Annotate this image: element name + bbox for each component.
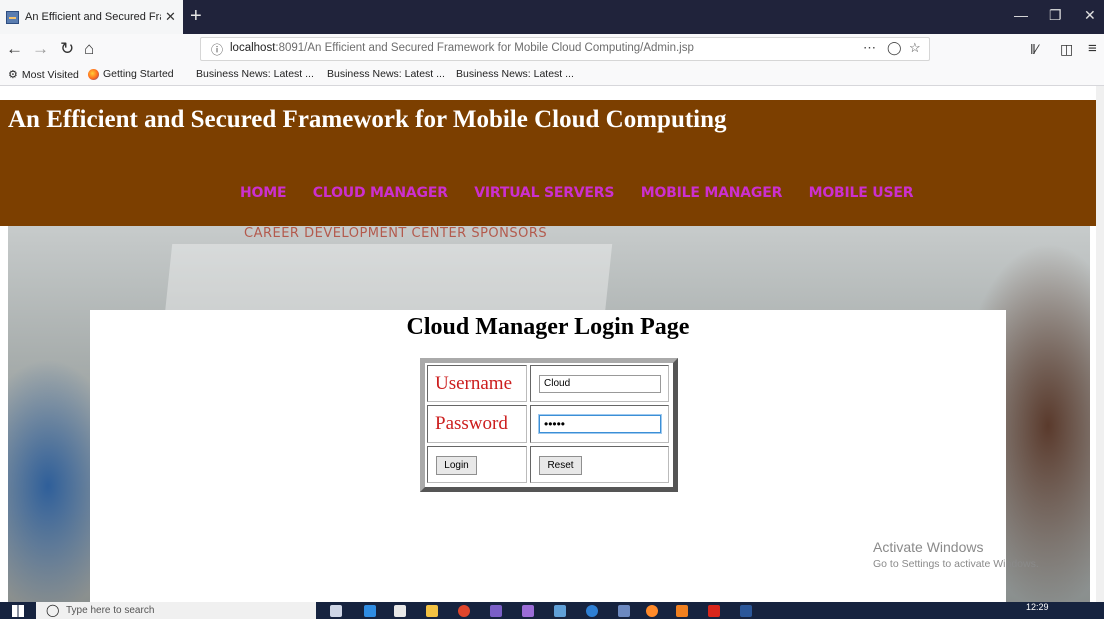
store-icon[interactable] bbox=[394, 605, 406, 617]
login-form-table: Username Cloud Password ••••• Login Rese… bbox=[420, 358, 678, 492]
page-actions-icon[interactable]: ⋯ bbox=[863, 40, 876, 56]
site-header: An Efficient and Secured Framework for M… bbox=[0, 100, 1096, 226]
page-scrollbar[interactable] bbox=[1096, 86, 1104, 602]
activate-windows-watermark: Activate Windows Go to Settings to activ… bbox=[873, 539, 1039, 570]
username-input[interactable]: Cloud bbox=[539, 375, 661, 393]
browser-tab[interactable]: An Efficient and Secured Frame ✕ bbox=[0, 0, 183, 34]
pocket-icon[interactable]: ◯ bbox=[887, 40, 902, 56]
app-icon-orange[interactable] bbox=[676, 605, 688, 617]
password-input[interactable]: ••••• bbox=[538, 414, 662, 434]
sidebar-icon[interactable]: ◫ bbox=[1060, 39, 1073, 59]
bookmark-business-news-3[interactable]: Business News: Latest ... bbox=[456, 68, 574, 80]
library-icon[interactable]: ‖⁄ bbox=[1030, 39, 1038, 59]
bookmark-getting-started[interactable]: Getting Started bbox=[88, 68, 174, 80]
word-icon[interactable] bbox=[740, 605, 752, 617]
password-label: Password bbox=[435, 413, 508, 434]
windows-start-icon[interactable] bbox=[12, 605, 24, 617]
password-label-cell: Password bbox=[427, 405, 527, 443]
close-window-icon[interactable]: ✕ bbox=[1084, 7, 1096, 24]
username-label: Username bbox=[435, 373, 513, 394]
taskbar-search-box[interactable]: ◯ Type here to search bbox=[36, 602, 316, 619]
menu-virtual-servers[interactable]: VIRTUAL SERVERS bbox=[474, 185, 614, 201]
password-input-cell: ••••• bbox=[530, 405, 669, 443]
site-info-icon[interactable]: ⓘ bbox=[211, 41, 223, 58]
app-icon-purple[interactable] bbox=[490, 605, 502, 617]
bookmark-star-icon[interactable]: ☆ bbox=[909, 40, 921, 56]
tab-title: An Efficient and Secured Frame bbox=[25, 11, 161, 23]
app-icon-cube[interactable] bbox=[618, 605, 630, 617]
login-button[interactable]: Login bbox=[436, 456, 477, 475]
main-menu: HOME CLOUD MANAGER VIRTUAL SERVERS MOBIL… bbox=[240, 184, 935, 202]
bookmark-business-news-2[interactable]: Business News: Latest ... bbox=[327, 68, 445, 80]
browser-tab-bar: An Efficient and Secured Frame ✕ + — ❐ ✕ bbox=[0, 0, 1104, 34]
navigation-bar: ← → ↻ ⌂ ⓘ localhost:8091/An Efficient an… bbox=[0, 34, 1104, 64]
restore-icon[interactable]: ❐ bbox=[1049, 7, 1062, 24]
file-explorer-icon[interactable] bbox=[426, 605, 438, 617]
menu-cloud-manager[interactable]: CLOUD MANAGER bbox=[313, 185, 448, 201]
chrome-icon[interactable] bbox=[458, 605, 470, 617]
url-bar[interactable]: ⓘ localhost:8091/An Efficient and Secure… bbox=[200, 37, 930, 61]
search-icon: ◯ bbox=[46, 603, 60, 617]
reset-button-cell: Reset bbox=[530, 446, 669, 483]
username-label-cell: Username bbox=[427, 365, 527, 402]
login-panel: Cloud Manager Login Page Username Cloud … bbox=[90, 310, 1006, 602]
app-icon-violet[interactable] bbox=[522, 605, 534, 617]
login-button-cell: Login bbox=[427, 446, 527, 483]
menu-home[interactable]: HOME bbox=[240, 185, 287, 201]
bookmark-business-news-1[interactable]: Business News: Latest ... bbox=[196, 68, 314, 80]
gear-icon: ⚙ bbox=[8, 69, 18, 81]
menu-mobile-user[interactable]: MOBILE USER bbox=[809, 185, 914, 201]
bookmark-most-visited[interactable]: ⚙ Most Visited bbox=[8, 68, 79, 82]
app-icon-blue[interactable] bbox=[554, 605, 566, 617]
reload-icon[interactable]: ↻ bbox=[60, 39, 74, 59]
menu-icon[interactable]: ≡ bbox=[1088, 39, 1097, 59]
photo-caption: CAREER DEVELOPMENT CENTER SPONSORS bbox=[244, 226, 548, 241]
edge-icon[interactable] bbox=[364, 605, 376, 617]
taskbar-clock[interactable]: 12:29 bbox=[1026, 602, 1049, 612]
bookmarks-toolbar: ⚙ Most Visited Getting Started Business N… bbox=[0, 64, 1104, 86]
taskbar-search-placeholder: Type here to search bbox=[66, 605, 155, 616]
back-icon[interactable]: ← bbox=[6, 39, 23, 59]
activate-windows-hint: Go to Settings to activate Windows. bbox=[873, 558, 1039, 570]
url-text: localhost:8091/An Efficient and Secured … bbox=[230, 42, 694, 54]
reset-button[interactable]: Reset bbox=[539, 456, 582, 475]
username-input-cell: Cloud bbox=[530, 365, 669, 402]
home-icon[interactable]: ⌂ bbox=[84, 39, 94, 59]
menu-mobile-manager[interactable]: MOBILE MANAGER bbox=[641, 185, 783, 201]
app-icon-globe[interactable] bbox=[586, 605, 598, 617]
firefox-taskbar-icon[interactable] bbox=[646, 605, 658, 617]
task-view-icon[interactable] bbox=[330, 605, 342, 617]
app-icon-red[interactable] bbox=[708, 605, 720, 617]
activate-windows-title: Activate Windows bbox=[873, 539, 984, 555]
login-heading: Cloud Manager Login Page bbox=[406, 314, 690, 340]
new-tab-button[interactable]: + bbox=[190, 5, 202, 27]
page-favicon-icon bbox=[6, 10, 19, 24]
forward-icon[interactable]: → bbox=[32, 39, 49, 59]
minimize-icon[interactable]: — bbox=[1014, 7, 1028, 23]
windows-taskbar: ◯ Type here to search 12:29 bbox=[0, 602, 1104, 619]
site-title: An Efficient and Secured Framework for M… bbox=[8, 106, 727, 133]
firefox-icon bbox=[88, 68, 99, 80]
close-tab-icon[interactable]: ✕ bbox=[165, 9, 176, 25]
